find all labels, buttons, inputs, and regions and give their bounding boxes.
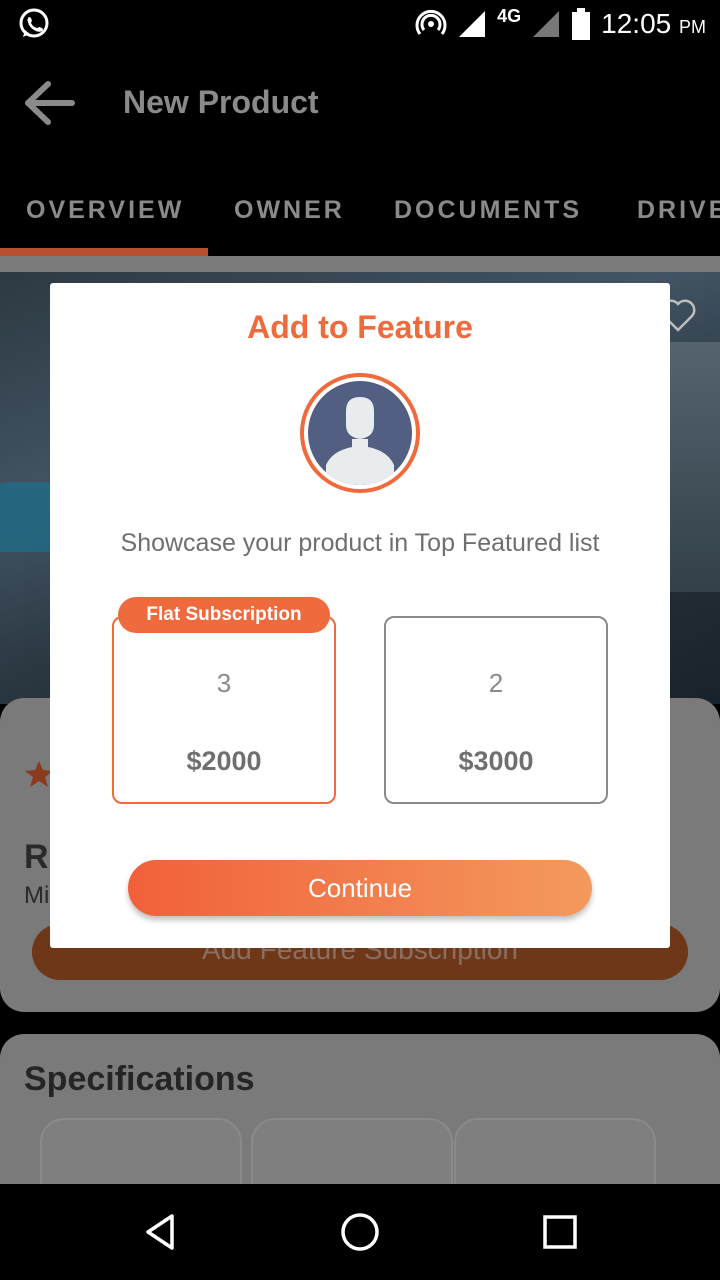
plan-option-1[interactable]: 3 $2000 (112, 616, 336, 804)
home-circle-icon[interactable] (338, 1210, 382, 1254)
battery-icon (572, 8, 591, 40)
network-type-label: 4G (497, 5, 522, 26)
tab-bar: OVERVIEW OWNER DOCUMENTS DRIVE (0, 158, 720, 256)
user-placeholder-icon (326, 397, 394, 485)
tab-selected-indicator (0, 248, 208, 256)
tab-documents[interactable]: DOCUMENTS (394, 196, 582, 225)
product-subtitle: Mi (24, 882, 50, 909)
whatsapp-icon (19, 8, 49, 38)
plan-option-2[interactable]: 2 $3000 (384, 616, 608, 804)
spec-item (40, 1118, 242, 1188)
spec-item (251, 1118, 453, 1188)
hotspot-icon (415, 9, 447, 35)
tab-drive[interactable]: DRIVE (637, 196, 720, 225)
plan-price: $3000 (458, 746, 534, 776)
specifications-title: Specifications (24, 1060, 255, 1098)
system-nav-bar (0, 1184, 720, 1280)
page-title: New Product (123, 84, 319, 120)
avatar (300, 373, 420, 493)
plan-price: $2000 (186, 746, 262, 776)
clock: 12:05 PM (601, 8, 706, 39)
recents-square-icon[interactable] (538, 1210, 582, 1254)
spec-item (454, 1118, 656, 1188)
add-to-feature-dialog: Add to Feature Showcase your product in … (50, 283, 670, 948)
dialog-description: Showcase your product in Top Featured li… (120, 529, 600, 557)
back-arrow-icon[interactable] (22, 80, 76, 126)
plan-count: 2 (488, 668, 504, 698)
signal-icon-secondary (533, 11, 560, 37)
continue-button[interactable]: Continue (128, 860, 592, 916)
tab-owner[interactable]: OWNER (234, 196, 345, 225)
app-bar: New Product (0, 48, 720, 158)
back-triangle-icon[interactable] (138, 1210, 182, 1254)
tab-divider (0, 256, 720, 272)
product-name: R (24, 838, 49, 876)
status-bar: 4G 12:05 PM (0, 0, 720, 48)
dialog-title: Add to Feature (247, 309, 473, 345)
plan-count: 3 (216, 668, 232, 698)
tab-overview[interactable]: OVERVIEW (26, 196, 184, 225)
signal-icon (459, 11, 486, 37)
flat-subscription-badge: Flat Subscription (118, 597, 330, 633)
